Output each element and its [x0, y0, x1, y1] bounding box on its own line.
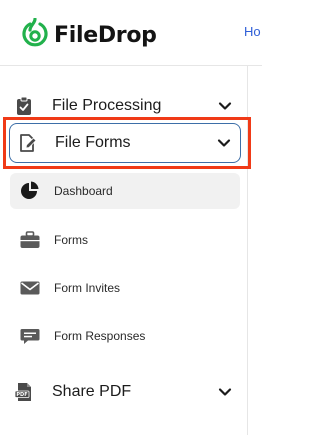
sidebar-nav: File Processing File Forms Dashboard For…	[0, 66, 251, 435]
filedrop-logo-icon	[22, 17, 48, 53]
sidebar-item-label: Form Invites	[54, 281, 121, 295]
sidebar-section-share-pdf[interactable]: PDF Share PDF	[14, 374, 242, 410]
chevron-down-icon[interactable]	[218, 385, 232, 399]
sidebar-item-dashboard[interactable]: Dashboard	[10, 173, 240, 209]
chat-bubble-icon	[19, 326, 41, 346]
envelope-icon	[19, 278, 41, 298]
app-logo[interactable]: FileDrop	[22, 17, 157, 53]
svg-text:PDF: PDF	[16, 392, 27, 398]
sidebar-item-label: Form Responses	[54, 329, 146, 343]
clipboard-check-icon	[14, 96, 34, 116]
chevron-down-icon[interactable]	[218, 99, 232, 113]
sidebar-item-label: Dashboard	[54, 184, 113, 198]
sidebar-item-forms[interactable]: Forms	[10, 222, 240, 258]
sidebar-section-label: File Processing	[52, 97, 162, 114]
pdf-icon: PDF	[14, 382, 34, 402]
sidebar-section-label: Share PDF	[52, 383, 132, 400]
sidebar-item-form-invites[interactable]: Form Invites	[10, 270, 240, 306]
app-name: FileDrop	[54, 23, 157, 48]
home-nav-link[interactable]: Ho	[244, 24, 261, 39]
briefcase-icon	[19, 230, 41, 250]
sidebar-section-file-forms[interactable]: File Forms	[9, 123, 241, 163]
pie-chart-icon	[19, 181, 41, 201]
chevron-down-icon[interactable]	[217, 136, 231, 150]
document-edit-icon	[17, 133, 37, 153]
sidebar-item-label: Forms	[54, 233, 88, 247]
sidebar-section-label: File Forms	[55, 134, 131, 151]
sidebar-item-form-responses[interactable]: Form Responses	[10, 318, 240, 354]
top-header: FileDrop Ho	[0, 0, 262, 66]
